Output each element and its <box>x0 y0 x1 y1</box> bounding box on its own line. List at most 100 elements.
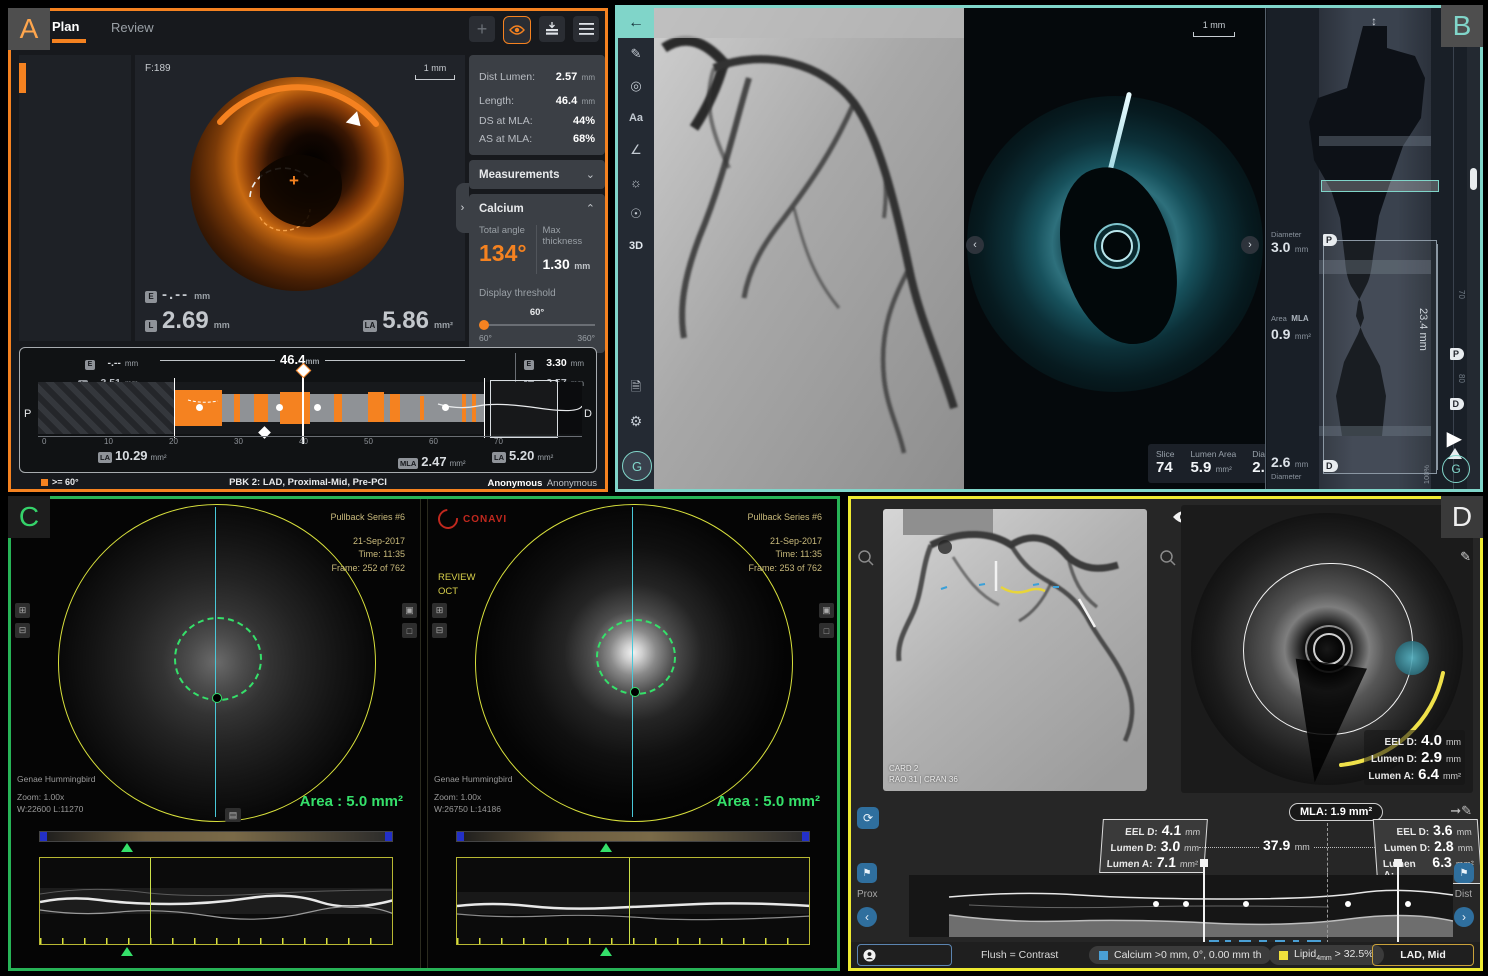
visibility-eye-button[interactable] <box>503 16 531 44</box>
export-button[interactable]: 🗎 <box>618 373 654 405</box>
lumen-profile-panel[interactable]: ↕ Diameter 3.0 mm P Area MLA 0.9 mm² 2.6… <box>1267 8 1480 489</box>
annotate-pencil-button[interactable]: ✎ <box>618 38 654 70</box>
target-tool-button[interactable]: ◎ <box>618 70 654 102</box>
side-tool-button[interactable]: ⊞ <box>15 603 30 618</box>
frame-marker-dot[interactable] <box>1153 901 1159 907</box>
lumen-contour-dashed[interactable] <box>596 619 676 695</box>
current-slice-band[interactable] <box>1321 180 1439 192</box>
reference-zone-box[interactable] <box>490 380 558 438</box>
tab-review[interactable]: Review <box>111 20 154 35</box>
measurements-section-header[interactable]: Measurements ⌄ <box>469 160 605 189</box>
next-slice-button[interactable]: › <box>1241 236 1259 254</box>
slider-handle[interactable] <box>479 320 489 330</box>
pullback-slider[interactable] <box>39 831 393 842</box>
patient-button[interactable] <box>857 944 952 966</box>
longitudinal-view[interactable]: E -.--mm L 3.51mm 46.4mm E 3.30mm L 2.57… <box>19 347 597 473</box>
settings-gear-button[interactable]: ⚙ <box>618 405 654 437</box>
focus-button[interactable]: ☉ <box>618 198 654 230</box>
ild-longitudinal-view[interactable] <box>39 857 393 945</box>
panel-collapse-handle[interactable]: › <box>456 183 469 233</box>
scroll-rail[interactable] <box>1467 8 1480 489</box>
lumen-contour-dashed[interactable] <box>174 617 262 701</box>
rail-handle[interactable] <box>1470 168 1477 190</box>
angle-tool-button[interactable]: ∠ <box>618 134 654 166</box>
calcium-chip[interactable]: Calcium >0 mm, 0°, 0.00 mm th <box>1089 946 1271 964</box>
proximal-measurement-box[interactable]: EEL D:4.1mm Lumen D:3.0mm Lumen A:7.1mm² <box>1099 819 1208 873</box>
roi-end-line[interactable] <box>484 378 485 438</box>
ild-position-triangle[interactable] <box>600 947 612 956</box>
roi-start-line[interactable] <box>174 378 175 438</box>
side-tool-button[interactable]: ▣ <box>402 603 417 618</box>
dist-bookmark-button[interactable]: ⚑ <box>1454 863 1474 883</box>
pullback-list-strip[interactable] <box>19 55 131 341</box>
proximal-reference-marker[interactable] <box>1203 865 1205 945</box>
ild-longitudinal-view[interactable] <box>456 857 810 945</box>
oct-cross-section-view[interactable]: EEL D:4.0mm Lumen D:2.9mm Lumen A:6.4mm²… <box>1181 505 1473 793</box>
distal-flag[interactable]: D <box>1323 460 1338 472</box>
frame-marker-dot[interactable] <box>1183 901 1189 907</box>
mla-badge[interactable]: MLA: 1.9 mm² <box>1289 803 1383 821</box>
roi-box[interactable] <box>1323 240 1437 474</box>
export-pullback-button[interactable] <box>539 16 565 42</box>
proximal-flag[interactable]: P <box>1323 234 1337 246</box>
oct-view[interactable]: CONAVI REVIEW OCT Pullback Series #6 21-… <box>427 499 837 968</box>
zoom-magnifier-button[interactable] <box>855 547 877 569</box>
contour-node[interactable] <box>630 687 640 697</box>
scroll-right-button[interactable]: › <box>1454 907 1474 927</box>
frame-marker-dot[interactable] <box>314 404 321 411</box>
contour-node[interactable] <box>212 693 222 703</box>
longitudinal-strip[interactable] <box>909 875 1453 937</box>
side-tool-button[interactable]: ⊞ <box>432 603 447 618</box>
go-to-distal-button[interactable]: D <box>1450 398 1465 410</box>
slider-position-triangle[interactable] <box>121 843 133 852</box>
ild-frame-marker[interactable] <box>629 858 630 944</box>
longitudinal-strip[interactable] <box>38 382 582 434</box>
pullback-slider[interactable] <box>456 831 810 842</box>
slider-position-triangle[interactable] <box>600 843 612 852</box>
calcium-section-header[interactable]: Calcium ⌃ <box>479 202 595 215</box>
frame-marker-dot[interactable] <box>1243 901 1249 907</box>
frame-marker-dot[interactable] <box>196 404 203 411</box>
side-tool-button[interactable]: ▣ <box>819 603 834 618</box>
angiography-view[interactable] <box>654 8 964 489</box>
refresh-button[interactable]: ⟳ <box>857 807 879 829</box>
tab-plan[interactable]: Plan <box>52 19 86 43</box>
oct-cross-section-view[interactable]: 1 mm ‹ › Slice 74 Lumen Area 5.9 mm² Dia… <box>964 8 1266 489</box>
zoom-magnifier-button[interactable] <box>1157 547 1179 569</box>
play-button[interactable]: ▶ <box>1447 426 1462 451</box>
prox-bookmark-button[interactable]: ⚑ <box>857 863 877 883</box>
go-to-proximal-button[interactable]: P <box>1450 348 1464 360</box>
menu-button[interactable] <box>573 16 599 42</box>
back-button[interactable]: ← <box>618 8 654 38</box>
side-tool-button[interactable]: ⊟ <box>15 623 30 638</box>
lipid-chip[interactable]: Lipid4mm > 32.5% <box>1269 945 1384 965</box>
edit-measurements-button[interactable]: ➞✎ <box>1450 803 1472 819</box>
distal-reference-marker[interactable] <box>1397 865 1399 945</box>
ivus-view[interactable]: Pullback Series #6 21-Sep-2017 Time: 11:… <box>11 499 421 968</box>
frame-marker-dot[interactable] <box>276 404 283 411</box>
roi-top-handle[interactable]: ↕ <box>1371 14 1377 28</box>
3d-view-button[interactable]: 3D <box>618 230 654 262</box>
marker-handle[interactable] <box>1394 859 1402 867</box>
vessel-segment-button[interactable]: LAD, Mid <box>1372 944 1474 966</box>
frame-marker-dot[interactable] <box>442 404 449 411</box>
frame-marker-dot[interactable] <box>1405 901 1411 907</box>
oct-cross-section-view[interactable]: F:189 1 mm + E -.-- mm <box>135 55 465 341</box>
scroll-left-button[interactable]: ‹ <box>857 907 877 927</box>
text-annotation-button[interactable]: Aa <box>618 102 654 134</box>
frame-save-button[interactable]: ▤ <box>225 808 241 822</box>
ild-position-triangle[interactable] <box>121 947 133 956</box>
previous-slice-button[interactable]: ‹ <box>966 236 984 254</box>
current-frame-cursor[interactable] <box>302 372 304 444</box>
brightness-button[interactable]: ☼ <box>618 166 654 198</box>
threshold-slider[interactable] <box>479 320 595 330</box>
side-tool-button[interactable]: ⊟ <box>432 623 447 638</box>
angiography-view[interactable]: CARD 2 RAO 31 | CRAN 36 <box>883 509 1147 791</box>
frame-marker-dot[interactable] <box>1345 901 1351 907</box>
marker-handle[interactable] <box>1200 859 1208 867</box>
ild-frame-marker[interactable] <box>150 858 151 944</box>
edit-contour-pencil-button[interactable]: ✎ <box>1460 549 1471 565</box>
side-tool-button[interactable]: □ <box>819 623 834 638</box>
add-measurement-button[interactable]: + <box>469 16 495 42</box>
side-tool-button[interactable]: □ <box>402 623 417 638</box>
